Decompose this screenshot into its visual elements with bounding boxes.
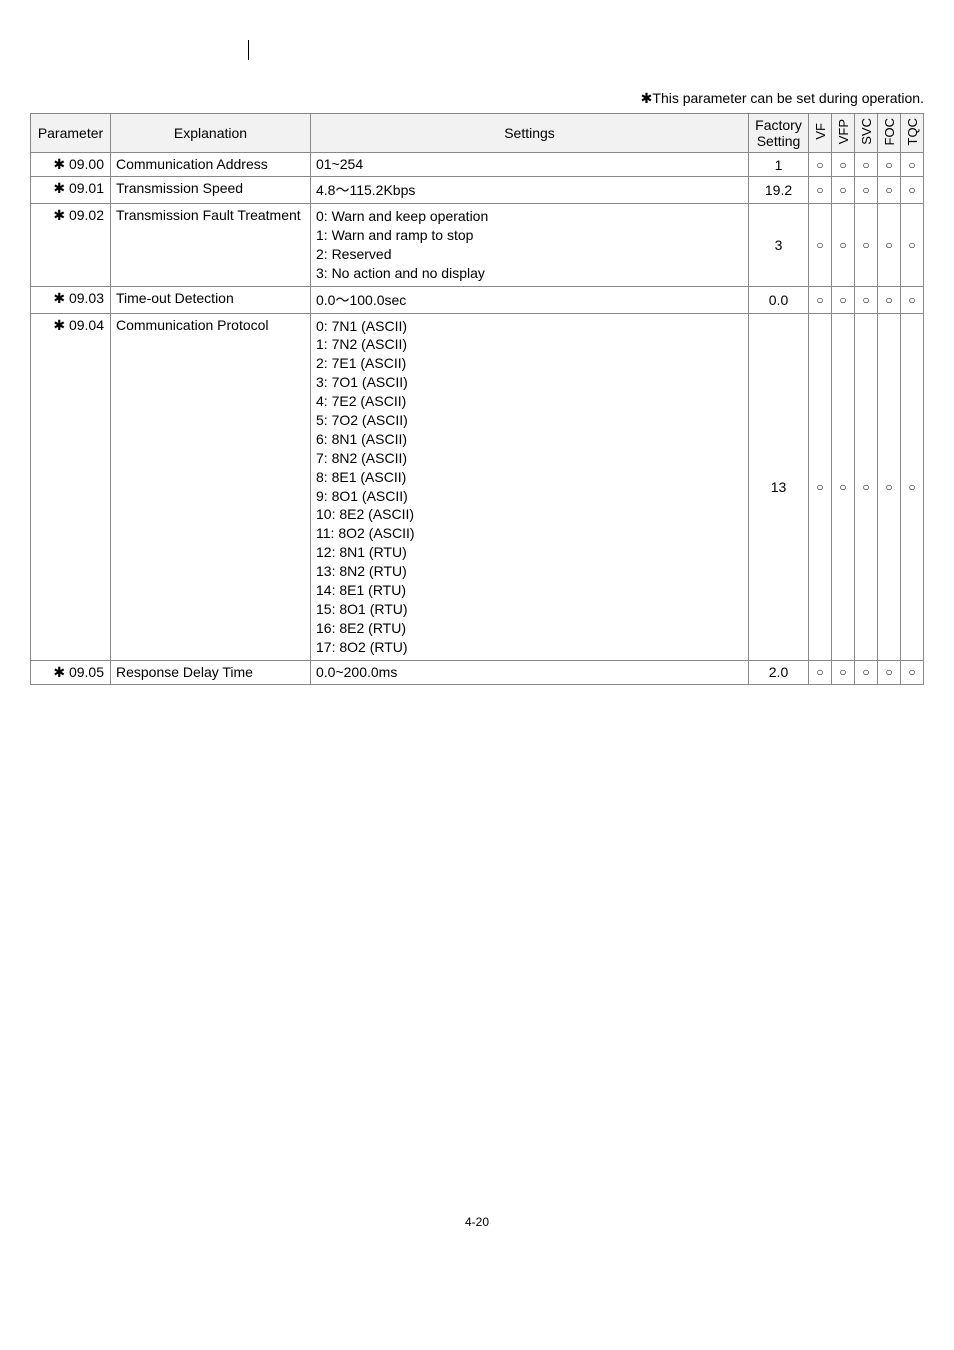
table-row: ✱ 09.03 Time-out Detection 0.0～100.0sec … [31, 286, 924, 313]
table-row: ✱ 09.00 Communication Address 01~254 1 ○… [31, 153, 924, 177]
mode-cell: ○ [832, 286, 855, 313]
factory-setting: 3 [749, 204, 809, 287]
mode-cell: ○ [878, 177, 901, 204]
mode-cell: ○ [901, 313, 924, 660]
mode-cell: ○ [809, 204, 832, 287]
mode-cell: ○ [878, 153, 901, 177]
param-code: ✱ 09.02 [31, 204, 111, 287]
mode-cell: ○ [855, 177, 878, 204]
mode-cell: ○ [855, 660, 878, 684]
mode-cell: ○ [855, 286, 878, 313]
header-vf: VF [809, 114, 832, 153]
param-settings: 0: Warn and keep operation 1: Warn and r… [311, 204, 749, 287]
header-vfp: VFP [832, 114, 855, 153]
param-explanation: Transmission Fault Treatment [111, 204, 311, 287]
table-row: ✱ 09.05 Response Delay Time 0.0~200.0ms … [31, 660, 924, 684]
factory-setting: 19.2 [749, 177, 809, 204]
mode-cell: ○ [832, 153, 855, 177]
param-explanation: Transmission Speed [111, 177, 311, 204]
header-svc: SVC [855, 114, 878, 153]
header-foc: FOC [878, 114, 901, 153]
mode-cell: ○ [832, 177, 855, 204]
factory-setting: 1 [749, 153, 809, 177]
param-explanation: Communication Address [111, 153, 311, 177]
factory-setting: 0.0 [749, 286, 809, 313]
mode-cell: ○ [878, 313, 901, 660]
mode-cell: ○ [809, 286, 832, 313]
text-cursor [248, 40, 924, 60]
mode-cell: ○ [832, 204, 855, 287]
param-explanation: Communication Protocol [111, 313, 311, 660]
mode-cell: ○ [901, 153, 924, 177]
param-code: ✱ 09.05 [31, 660, 111, 684]
mode-cell: ○ [809, 177, 832, 204]
mode-cell: ○ [901, 660, 924, 684]
table-row: ✱ 09.02 Transmission Fault Treatment 0: … [31, 204, 924, 287]
param-settings: 4.8～115.2Kbps [311, 177, 749, 204]
param-settings: 0.0~200.0ms [311, 660, 749, 684]
param-settings: 0: 7N1 (ASCII) 1: 7N2 (ASCII) 2: 7E1 (AS… [311, 313, 749, 660]
mode-cell: ○ [878, 204, 901, 287]
param-settings: 0.0～100.0sec [311, 286, 749, 313]
mode-cell: ○ [878, 286, 901, 313]
param-code: ✱ 09.04 [31, 313, 111, 660]
mode-cell: ○ [901, 177, 924, 204]
param-explanation: Time-out Detection [111, 286, 311, 313]
factory-setting: 13 [749, 313, 809, 660]
parameter-table: Parameter Explanation Settings Factory S… [30, 113, 924, 685]
param-code: ✱ 09.01 [31, 177, 111, 204]
mode-cell: ○ [809, 313, 832, 660]
param-explanation: Response Delay Time [111, 660, 311, 684]
mode-cell: ○ [832, 660, 855, 684]
table-row: ✱ 09.01 Transmission Speed 4.8～115.2Kbps… [31, 177, 924, 204]
header-parameter: Parameter [31, 114, 111, 153]
header-settings: Settings [311, 114, 749, 153]
mode-cell: ○ [855, 153, 878, 177]
page-number: 4-20 [30, 1215, 924, 1229]
mode-cell: ○ [809, 660, 832, 684]
header-tqc: TQC [901, 114, 924, 153]
mode-cell: ○ [832, 313, 855, 660]
mode-cell: ○ [901, 286, 924, 313]
mode-cell: ○ [855, 204, 878, 287]
param-code: ✱ 09.03 [31, 286, 111, 313]
mode-cell: ○ [855, 313, 878, 660]
header-explanation: Explanation [111, 114, 311, 153]
table-row: ✱ 09.04 Communication Protocol 0: 7N1 (A… [31, 313, 924, 660]
param-settings: 01~254 [311, 153, 749, 177]
factory-setting: 2.0 [749, 660, 809, 684]
header-factory: Factory Setting [749, 114, 809, 153]
mode-cell: ○ [901, 204, 924, 287]
mode-cell: ○ [878, 660, 901, 684]
operation-note: ✱This parameter can be set during operat… [30, 90, 924, 107]
mode-cell: ○ [809, 153, 832, 177]
param-code: ✱ 09.00 [31, 153, 111, 177]
